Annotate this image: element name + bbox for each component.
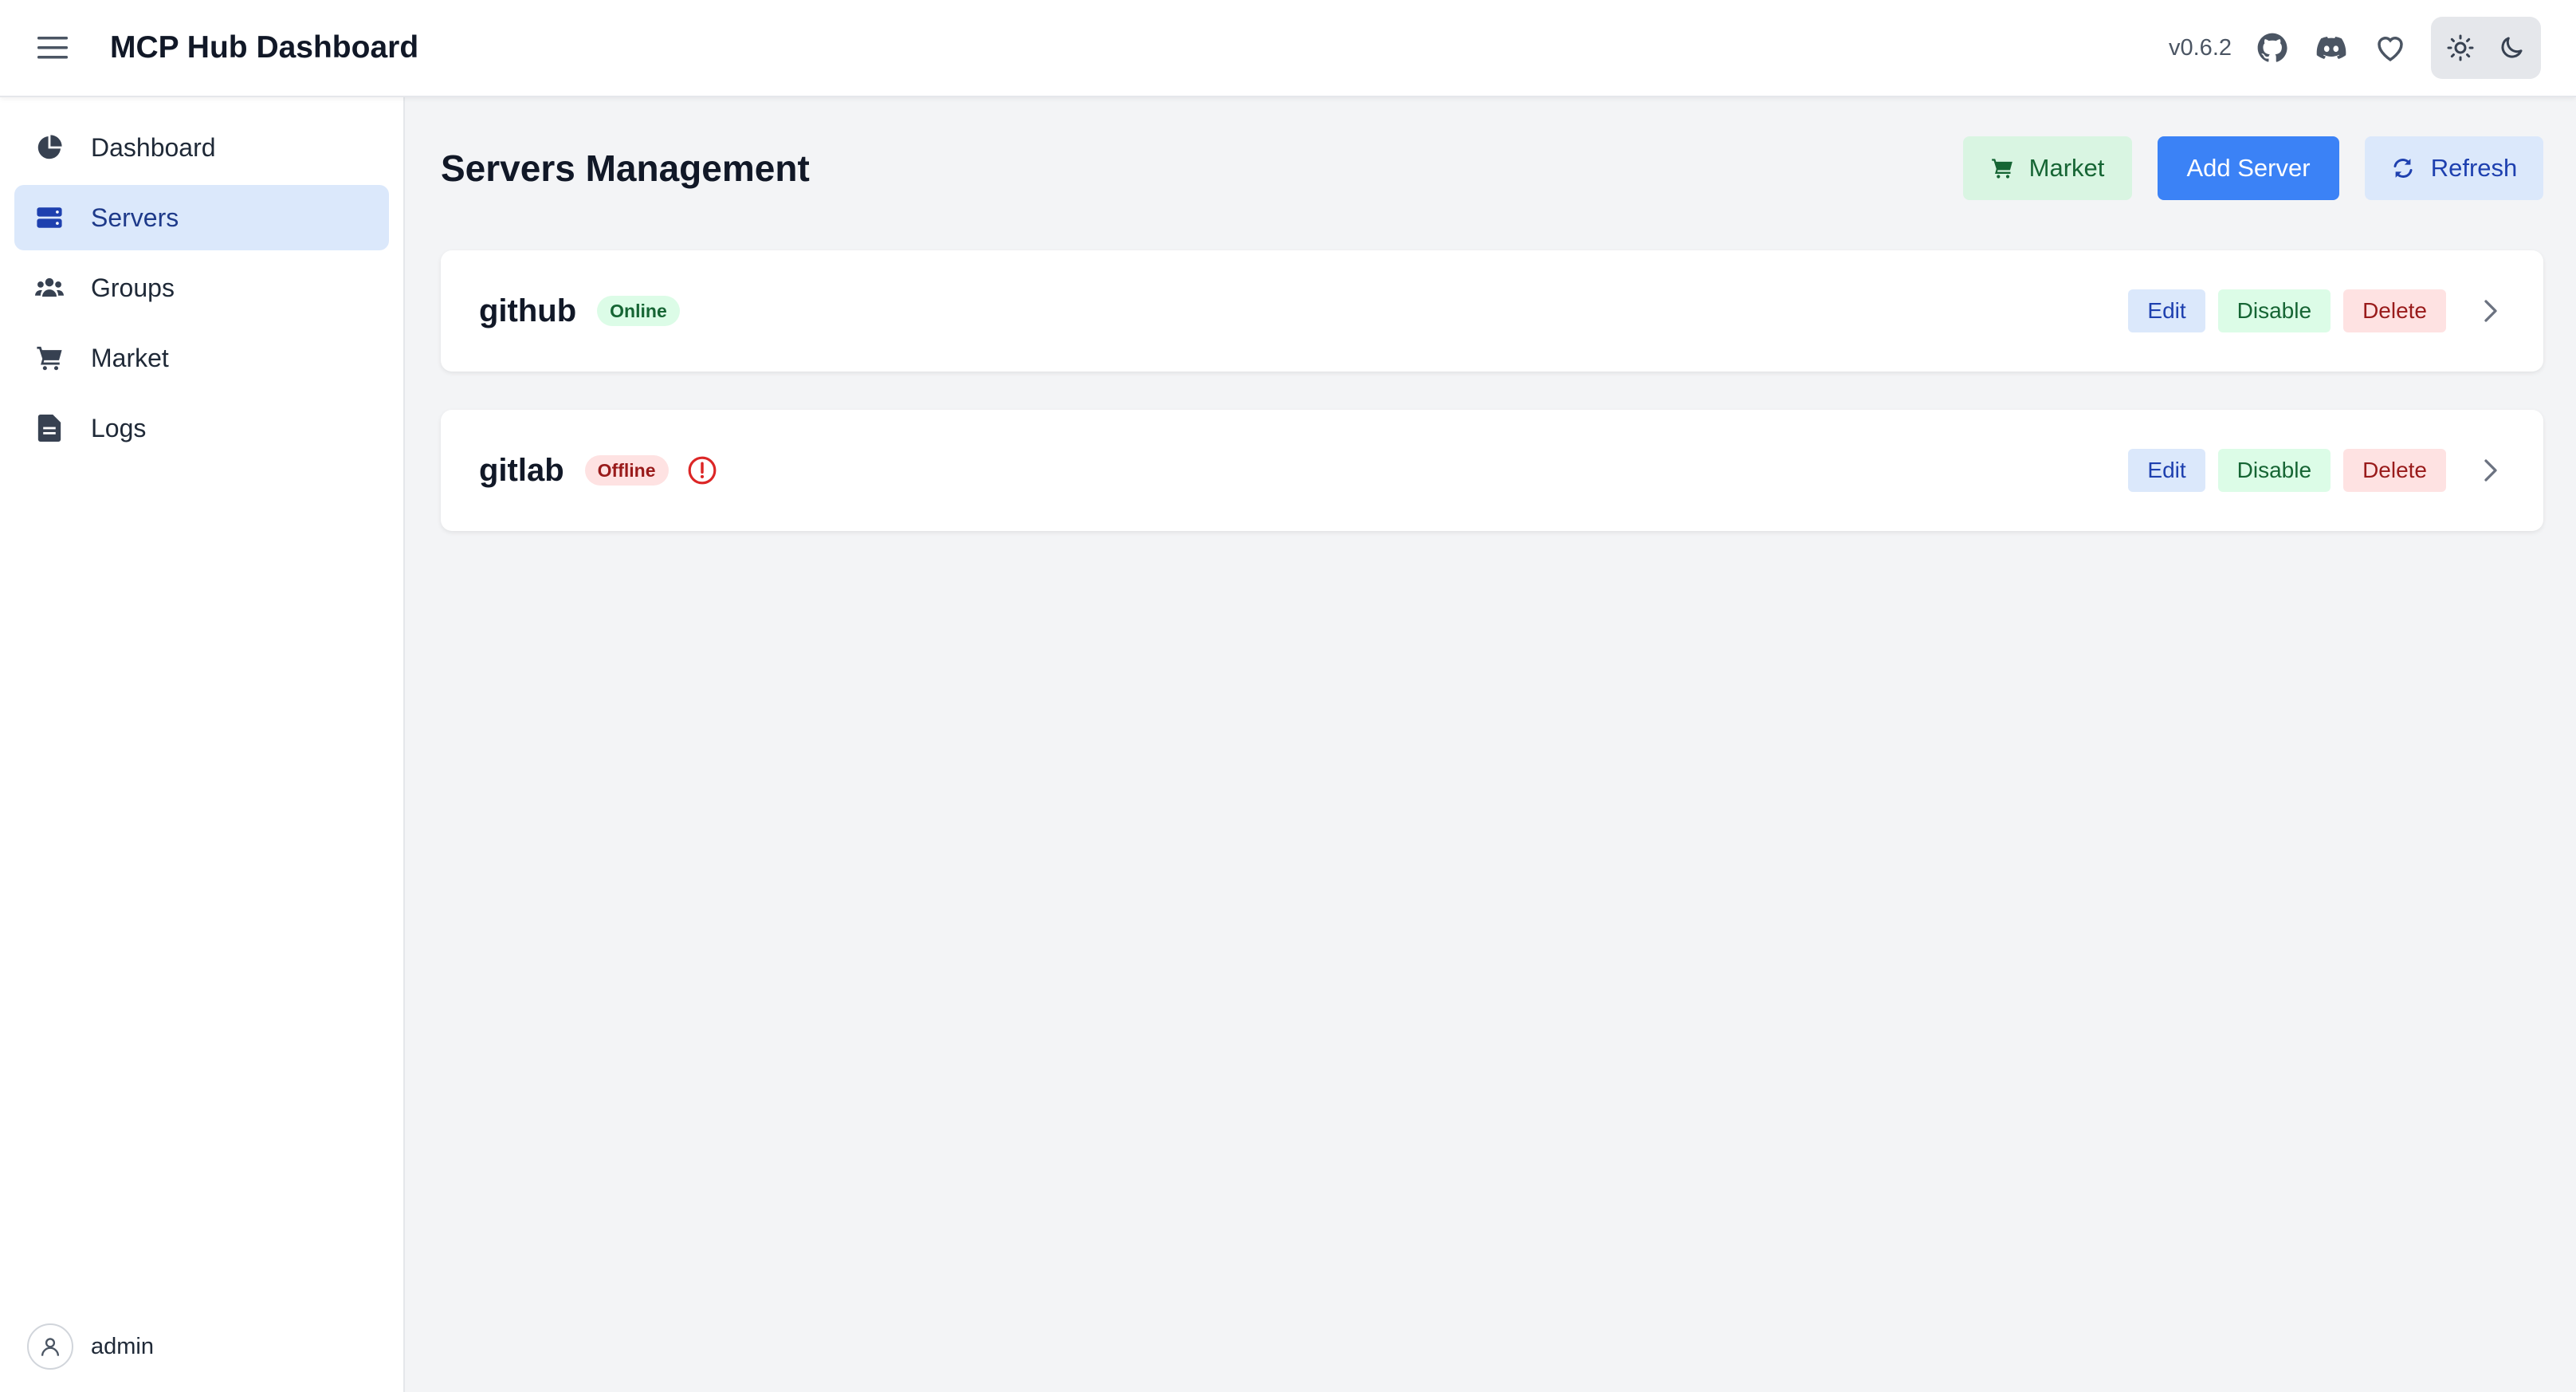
theme-switcher — [2431, 17, 2541, 79]
add-server-button[interactable]: Add Server — [2158, 136, 2339, 200]
market-button-label: Market — [2028, 154, 2105, 182]
add-server-button-label: Add Server — [2186, 154, 2311, 182]
cart-icon — [1991, 157, 2013, 179]
document-icon — [35, 414, 64, 442]
chevron-right-icon[interactable] — [2476, 456, 2505, 485]
status-badge: Offline — [584, 455, 669, 486]
heart-icon[interactable] — [2372, 29, 2409, 66]
market-button[interactable]: Market — [1963, 136, 2132, 200]
user-avatar-icon — [27, 1323, 73, 1370]
delete-button[interactable]: Delete — [2343, 289, 2446, 332]
refresh-button-label: Refresh — [2430, 154, 2518, 182]
error-alert-icon[interactable] — [686, 454, 718, 486]
sun-icon[interactable] — [2442, 29, 2479, 66]
moon-icon[interactable] — [2493, 29, 2530, 66]
server-name: github — [479, 293, 577, 328]
refresh-button[interactable]: Refresh — [2365, 136, 2543, 200]
sidebar-item-label: Market — [91, 343, 169, 372]
server-card-github[interactable]: github Online Edit Disable Delete — [441, 250, 2543, 372]
sidebar-item-dashboard[interactable]: Dashboard — [14, 115, 389, 180]
sidebar-item-groups[interactable]: Groups — [14, 255, 389, 320]
sidebar-item-label: Logs — [91, 413, 147, 442]
main-content: Servers Management Market Add Server Ref… — [405, 97, 2576, 1392]
app-title: MCP Hub Dashboard — [110, 30, 419, 65]
discord-icon[interactable] — [2313, 29, 2350, 66]
server-actions: Edit Disable Delete — [2128, 289, 2505, 332]
sidebar-item-label: Groups — [91, 273, 175, 302]
sidebar-item-label: Servers — [91, 203, 179, 232]
sidebar-item-market[interactable]: Market — [14, 325, 389, 391]
users-icon — [35, 273, 64, 302]
sidebar-item-logs[interactable]: Logs — [14, 395, 389, 461]
sidebar-item-label: Dashboard — [91, 132, 216, 162]
disable-button[interactable]: Disable — [2217, 449, 2331, 492]
top-header: MCP Hub Dashboard v0.6.2 — [0, 0, 2576, 97]
server-actions: Edit Disable Delete — [2128, 449, 2505, 492]
server-card-gitlab[interactable]: gitlab Offline Edit Disable Delete — [441, 410, 2543, 531]
page-title: Servers Management — [441, 147, 810, 189]
disable-button[interactable]: Disable — [2217, 289, 2331, 332]
edit-button[interactable]: Edit — [2128, 449, 2205, 492]
chevron-right-icon[interactable] — [2476, 297, 2505, 325]
cart-icon — [35, 344, 64, 372]
refresh-icon — [2391, 156, 2415, 180]
sidebar-item-servers[interactable]: Servers — [14, 185, 389, 250]
pie-chart-icon — [35, 133, 64, 162]
user-menu[interactable]: admin — [27, 1323, 154, 1370]
header-right: v0.6.2 — [2169, 17, 2541, 79]
page-header: Servers Management Market Add Server Ref… — [441, 136, 2543, 201]
server-icon — [35, 203, 64, 232]
menu-icon[interactable] — [35, 30, 70, 65]
status-badge: Online — [597, 296, 680, 326]
server-name: gitlab — [479, 452, 564, 488]
version-label: v0.6.2 — [2169, 34, 2232, 61]
edit-button[interactable]: Edit — [2128, 289, 2205, 332]
delete-button[interactable]: Delete — [2343, 449, 2446, 492]
page-actions: Market Add Server Refresh — [1963, 136, 2543, 200]
sidebar-nav: Dashboard Servers Groups Market Logs — [0, 97, 403, 461]
app-root: MCP Hub Dashboard v0.6.2 Dashboard Serve… — [0, 0, 2576, 1392]
sidebar: Dashboard Servers Groups Market Logs adm… — [0, 97, 405, 1392]
github-icon[interactable] — [2254, 29, 2291, 66]
username-label: admin — [91, 1333, 154, 1359]
